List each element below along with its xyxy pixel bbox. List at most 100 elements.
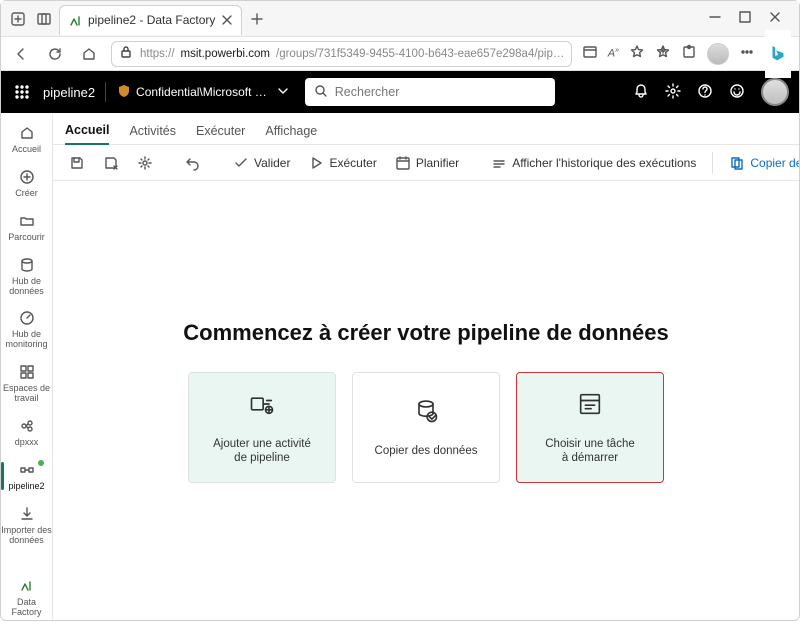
url-box[interactable]: https://msit.powerbi.com/groups/731f5349… [111,41,572,67]
rail-label: pipeline2 [8,482,44,492]
rail-home[interactable]: Accueil [1,119,52,159]
copy-data-icon [412,397,440,425]
close-icon[interactable] [219,12,235,28]
collections-icon[interactable] [655,44,671,63]
rail-workspaces[interactable]: Espaces de travail [1,358,52,408]
add-activity-icon [248,390,276,418]
maximize-icon[interactable] [737,9,753,28]
rail-label: Data Factory [1,598,52,618]
rail-monitor[interactable]: Hub de monitoring [1,304,52,354]
refresh-button[interactable] [43,42,67,66]
plus-circle-icon [17,167,37,187]
card-add-activity[interactable]: Ajouter une activité de pipeline [188,372,336,483]
data-factory-icon [17,576,37,596]
rail-pipeline2[interactable]: pipeline2 [1,456,52,496]
schedule-label: Planifier [416,156,459,170]
tab-executer[interactable]: Exécuter [196,118,245,144]
home-button[interactable] [77,42,101,66]
card-caption: Copier des données [375,445,478,457]
app-launcher-icon[interactable] [11,84,33,100]
new-tab-button[interactable] [246,8,268,30]
save-button[interactable] [63,151,91,175]
collections-icon[interactable] [33,8,55,30]
rail-dpxxx[interactable]: dpxxx [1,412,52,452]
pipeline-icon [17,460,37,480]
workspace-item-icon [17,416,37,436]
help-icon[interactable] [697,83,713,102]
notifications-icon[interactable] [633,83,649,102]
rail-browse[interactable]: Parcourir [1,207,52,247]
save-icon [69,155,85,171]
gear-icon [137,155,153,171]
extensions-icon[interactable] [681,44,697,63]
validate-button[interactable]: Valider [227,151,296,175]
tab-title: pipeline2 - Data Factory [88,13,215,27]
tab-accueil[interactable]: Accueil [65,117,109,145]
card-caption: Choisir une tâche [545,438,635,450]
browser-tab[interactable]: pipeline2 - Data Factory [59,5,242,35]
browser-addressbar: https://msit.powerbi.com/groups/731f5349… [1,37,799,71]
copy-label: Copier des données [750,156,799,170]
undo-icon [185,155,201,171]
card-caption: à démarrer [562,452,618,464]
minimize-icon[interactable] [707,9,723,28]
import-icon [17,504,37,524]
sensitivity-label[interactable]: Confidential\Microsoft … [116,83,295,102]
favorite-icon[interactable] [629,44,645,63]
history-button[interactable]: Afficher l'historique des exécutions [485,151,702,175]
rail-label: Parcourir [8,233,45,243]
settings-icon[interactable] [665,83,681,102]
home-icon [17,123,37,143]
settings-button[interactable] [131,151,159,175]
feedback-icon[interactable] [729,83,745,102]
close-window-icon[interactable] [767,9,783,28]
ribbon: Valider Exécuter Planifier Afficher l'hi… [53,145,799,181]
rail-label: Importer des données [1,526,52,546]
card-choose-task[interactable]: Choisir une tâche à démarrer [516,372,664,483]
url-path: /groups/731f5349-9455-4100-b643-eae657e2… [276,48,564,60]
card-copy-data[interactable]: Copier des données [352,372,500,483]
tab-actions-icon[interactable] [7,8,29,30]
copy-data-button[interactable]: Copier des données [723,149,799,176]
window-controls [707,9,793,28]
rail-label: Créer [15,189,38,199]
bing-sidebar-icon[interactable] [765,30,791,78]
rail-label: Espaces de travail [1,384,52,404]
app-header: pipeline2 Confidential\Microsoft … Reche… [1,71,799,113]
user-avatar[interactable] [761,78,789,106]
back-button[interactable] [9,42,33,66]
run-button[interactable]: Exécuter [302,151,382,175]
folder-icon [17,211,37,231]
rail-create[interactable]: Créer [1,163,52,203]
share-icon[interactable] [582,44,598,63]
lock-icon [118,44,134,63]
rail-label: Accueil [12,145,41,155]
rail-import[interactable]: Importer des données [1,500,52,550]
rail-datahub[interactable]: Hub de données [1,251,52,301]
rail-data-factory[interactable]: Data Factory [1,572,52,622]
search-icon [313,83,329,102]
search-input[interactable]: Rechercher [305,78,555,106]
tab-activites[interactable]: Activités [129,118,176,144]
profile-avatar[interactable] [707,43,729,65]
history-icon [491,155,507,171]
play-icon [308,155,324,171]
copy-icon [729,155,745,171]
tab-favicon-icon [68,13,82,27]
template-icon [576,390,604,418]
url-host: msit.powerbi.com [181,48,270,60]
saveas-button[interactable] [97,151,125,175]
workspace-icon [17,362,37,382]
history-label: Afficher l'historique des exécutions [512,156,696,170]
schedule-button[interactable]: Planifier [389,151,465,175]
card-caption: Ajouter une activité [213,438,311,450]
card-caption: de pipeline [234,452,290,464]
validate-label: Valider [254,156,290,170]
undo-button[interactable] [179,151,207,175]
text-size-icon[interactable]: A» [608,47,619,60]
tab-affichage[interactable]: Affichage [265,118,317,144]
more-icon[interactable] [739,44,755,63]
saveas-icon [103,155,119,171]
shield-icon [116,83,132,102]
main-tabs: Accueil Activités Exécuter Affichage [53,113,799,145]
